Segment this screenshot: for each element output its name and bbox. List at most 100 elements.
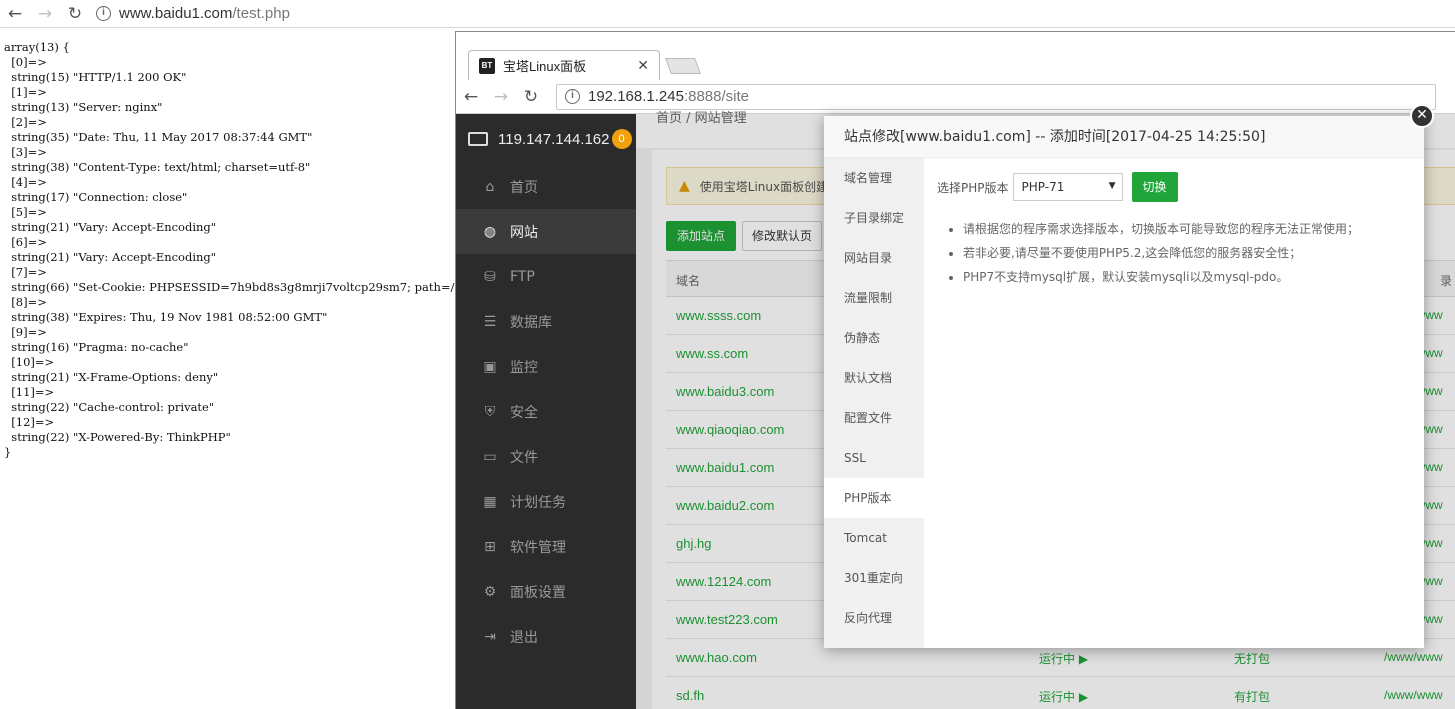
shield-icon: ⛨ — [484, 403, 496, 420]
tab-close-icon[interactable]: ✕ — [637, 57, 649, 74]
dump-line: [0]=> — [4, 55, 47, 69]
dump-line: [1]=> — [4, 85, 47, 99]
info-icon[interactable]: i — [96, 6, 111, 21]
php-notes: 请根据您的程序需求选择版本，切换版本可能导致您的程序无法正常使用； 若非必要,请尽… — [937, 222, 1411, 284]
dump-line: string(22) "Cache-control: private" — [4, 400, 215, 414]
notification-badge[interactable]: 0 — [611, 129, 632, 149]
front-url-rest: :8888/site — [683, 88, 749, 105]
front-address-bar[interactable]: i 192.168.1.245:8888/site — [556, 83, 1436, 110]
sidebar-item-label: 监控 — [510, 359, 538, 376]
close-icon[interactable]: ✕ — [1410, 104, 1434, 128]
info-icon[interactable]: i — [565, 89, 580, 104]
dialog-nav-item[interactable]: 配置文件 — [824, 398, 924, 438]
grid-icon: ⊞ — [484, 538, 496, 555]
php-version-row: 选择PHP版本 PHP-71 ▼ 切换 — [937, 172, 1411, 202]
back-arrow-icon[interactable]: ← — [0, 4, 30, 24]
monitor-icon: ▣ — [483, 358, 497, 375]
dump-line: [5]=> — [4, 205, 47, 219]
sidebar-item-label: 安全 — [510, 404, 538, 421]
sidebar-item-10[interactable]: ⇥ 退出 — [456, 614, 636, 659]
gear-icon: ⚙ — [483, 583, 497, 600]
back-arrow-icon[interactable]: ← — [456, 87, 486, 107]
dump-line: string(38) "Content-Type: text/html; cha… — [4, 160, 311, 174]
home-icon: ⌂ — [485, 178, 495, 195]
back-address-bar[interactable]: i www.baidu1.com/test.php — [96, 5, 290, 22]
php-version-panel: 选择PHP版本 PHP-71 ▼ 切换 请根据您的程序需求选择版本，切换版本可能… — [924, 158, 1424, 648]
php-note: 若非必要,请尽量不要使用PHP5.2,这会降低您的服务器安全性； — [963, 246, 1411, 260]
logout-icon: ⇥ — [484, 628, 496, 645]
sidebar-item-label: 退出 — [510, 629, 538, 646]
sidebar-item-label: 文件 — [510, 449, 538, 466]
dump-line: [7]=> — [4, 265, 47, 279]
dump-line: [8]=> — [4, 295, 47, 309]
sidebar-item-7[interactable]: ▦ 计划任务 — [456, 479, 636, 524]
dialog-nav-item[interactable]: 伪静态 — [824, 318, 924, 358]
reload-icon[interactable]: ↻ — [60, 4, 90, 24]
dump-line: string(66) "Set-Cookie: PHPSESSID=7h9bd8… — [4, 280, 455, 294]
php-version-select[interactable]: PHP-71 ▼ — [1012, 173, 1123, 201]
php-selected-value: PHP-71 — [1021, 180, 1065, 194]
sidebar: 119.147.144.162 0 ⌂ 首页 ◍ 网站 ⛁ FTP ☰ 数据库 ▣ 监控 ⛨ 安全 ▭ 文… — [456, 114, 636, 709]
database-icon: ☰ — [483, 313, 497, 330]
dump-line: } — [4, 445, 12, 459]
dialog-nav-item[interactable]: 反向代理 — [824, 598, 924, 638]
globe-icon: ◍ — [483, 223, 497, 240]
sidebar-item-1[interactable]: ◍ 网站 — [456, 209, 636, 254]
reload-icon[interactable]: ↻ — [516, 87, 546, 107]
dialog-nav-item[interactable]: 301重定向 — [824, 558, 924, 598]
dump-line: string(21) "Vary: Accept-Encoding" — [4, 250, 217, 264]
sidebar-item-3[interactable]: ☰ 数据库 — [456, 299, 636, 344]
monitor-icon — [468, 132, 488, 146]
dump-line: array(13) { — [4, 40, 70, 54]
dump-line: string(35) "Date: Thu, 11 May 2017 08:37… — [4, 130, 313, 144]
browser-tab[interactable]: BT 宝塔Linux面板 ✕ — [468, 50, 660, 80]
dialog-nav-item[interactable]: 网站目录 — [824, 238, 924, 278]
sidebar-item-label: 计划任务 — [510, 494, 566, 511]
dialog-nav-item[interactable]: 域名管理 — [824, 158, 924, 198]
sidebar-item-5[interactable]: ⛨ 安全 — [456, 389, 636, 434]
php-version-label: 选择PHP版本 — [937, 180, 1009, 195]
sidebar-item-2[interactable]: ⛁ FTP — [456, 254, 636, 299]
dump-line: string(15) "HTTP/1.1 200 OK" — [4, 70, 187, 84]
dialog-nav-item[interactable]: Tomcat — [824, 518, 924, 558]
new-tab-button[interactable] — [665, 58, 701, 74]
back-browser-toolbar: ← → ↻ i www.baidu1.com/test.php — [0, 0, 1455, 28]
dump-line: [10]=> — [4, 355, 55, 369]
sidebar-item-label: 软件管理 — [510, 539, 566, 556]
back-url-host: www.baidu1.com — [119, 5, 233, 22]
chevron-down-icon: ▼ — [1108, 181, 1116, 191]
dump-line: string(38) "Expires: Thu, 19 Nov 1981 08… — [4, 310, 328, 324]
dialog-nav: 域名管理 子目录绑定 网站目录 流量限制 伪静态 默认文档 配置文件 SSL PHP版本 Tomc… — [824, 158, 924, 648]
php-dump-output: array(13) { [0]=> string(15) "HTTP/1.1 2… — [4, 40, 454, 460]
dialog-nav-item[interactable]: 子目录绑定 — [824, 198, 924, 238]
dialog-nav-item[interactable]: PHP版本 — [824, 478, 924, 518]
forward-arrow-icon[interactable]: → — [486, 87, 516, 107]
dialog-nav-item[interactable]: SSL — [824, 438, 924, 478]
back-url-path: /test.php — [232, 5, 290, 22]
bt-favicon-icon: BT — [479, 57, 495, 74]
sidebar-item-label: 首页 — [510, 179, 538, 196]
sidebar-item-6[interactable]: ▭ 文件 — [456, 434, 636, 479]
dump-line: string(22) "X-Powered-By: ThinkPHP" — [4, 430, 231, 444]
forward-arrow-icon[interactable]: → — [30, 4, 60, 24]
dialog-title: 站点修改[www.baidu1.com] -- 添加时间[2017-04-25 … — [824, 116, 1424, 158]
dump-line: string(13) "Server: nginx" — [4, 100, 163, 114]
sidebar-item-8[interactable]: ⊞ 软件管理 — [456, 524, 636, 569]
sidebar-item-4[interactable]: ▣ 监控 — [456, 344, 636, 389]
switch-button[interactable]: 切换 — [1131, 172, 1178, 202]
dump-line: [9]=> — [4, 325, 47, 339]
sidebar-item-0[interactable]: ⌂ 首页 — [456, 164, 636, 209]
dialog-nav-item[interactable]: 默认文档 — [824, 358, 924, 398]
bt-panel-page: 119.147.144.162 0 ⌂ 首页 ◍ 网站 ⛁ FTP ☰ 数据库 ▣ 监控 ⛨ 安全 ▭ 文… — [456, 104, 1455, 709]
dump-line: string(21) "X-Frame-Options: deny" — [4, 370, 219, 384]
dump-line: string(21) "Vary: Accept-Encoding" — [4, 220, 217, 234]
front-url-host: 192.168.1.245 — [588, 88, 684, 105]
sidebar-item-label: 数据库 — [510, 314, 552, 331]
dialog-nav-item[interactable]: 流量限制 — [824, 278, 924, 318]
sidebar-item-9[interactable]: ⚙ 面板设置 — [456, 569, 636, 614]
dump-line: string(16) "Pragma: no-cache" — [4, 340, 189, 354]
dump-line: [2]=> — [4, 115, 47, 129]
php-note: PHP7不支持mysql扩展，默认安装mysqli以及mysql-pdo。 — [963, 270, 1411, 284]
dump-line: [3]=> — [4, 145, 47, 159]
calendar-icon: ▦ — [483, 493, 497, 510]
